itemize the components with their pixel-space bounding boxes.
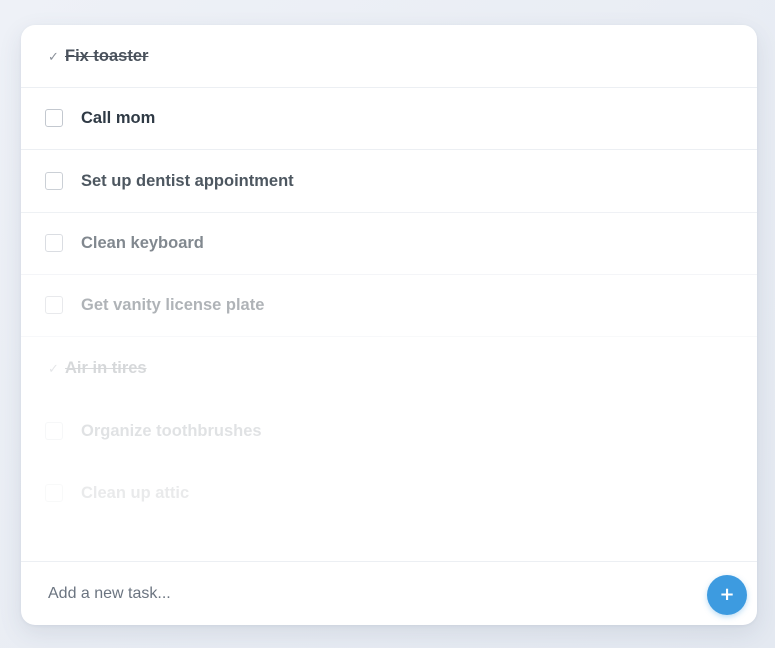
task-item-call-mom[interactable]: Call mom (21, 87, 757, 150)
task-list: ✓ Fix toaster Call mom Set up dentist ap… (21, 25, 757, 561)
task-label: Get vanity license plate (81, 296, 265, 314)
task-item-air-in-tires[interactable]: ✓ Air in tires (21, 337, 757, 399)
task-label: Fix toaster (65, 47, 149, 65)
task-item-clean-up-attic[interactable]: Clean up attic (21, 462, 757, 524)
task-checkbox[interactable] (45, 109, 63, 127)
task-item-dentist-appointment[interactable]: Set up dentist appointment (21, 150, 757, 213)
task-item-organize-toothbrushes[interactable]: Organize toothbrushes (21, 400, 757, 462)
checkmark-icon[interactable]: ✓ (48, 361, 59, 377)
task-label: Clean up attic (81, 484, 190, 502)
task-checkbox[interactable] (45, 484, 63, 502)
task-checkbox[interactable] (45, 422, 63, 440)
task-checkbox[interactable] (45, 296, 63, 314)
task-label: Air in tires (65, 359, 147, 377)
task-item-clean-keyboard[interactable]: Clean keyboard (21, 212, 757, 275)
task-checkbox[interactable] (45, 234, 63, 252)
task-checkbox[interactable] (45, 172, 63, 190)
add-task-button[interactable]: + (707, 575, 747, 615)
task-item-vanity-license-plate[interactable]: Get vanity license plate (21, 274, 757, 337)
plus-icon: + (719, 584, 735, 605)
task-label: Set up dentist appointment (81, 172, 294, 190)
new-task-input[interactable] (35, 576, 721, 612)
task-label: Call mom (81, 109, 156, 127)
task-label: Organize toothbrushes (81, 422, 262, 440)
task-label: Clean keyboard (81, 234, 204, 252)
task-item-fix-toaster[interactable]: ✓ Fix toaster (21, 25, 757, 88)
new-task-bar: + (21, 561, 757, 625)
todo-card: ✓ Fix toaster Call mom Set up dentist ap… (21, 25, 757, 625)
checkmark-icon[interactable]: ✓ (48, 49, 59, 65)
